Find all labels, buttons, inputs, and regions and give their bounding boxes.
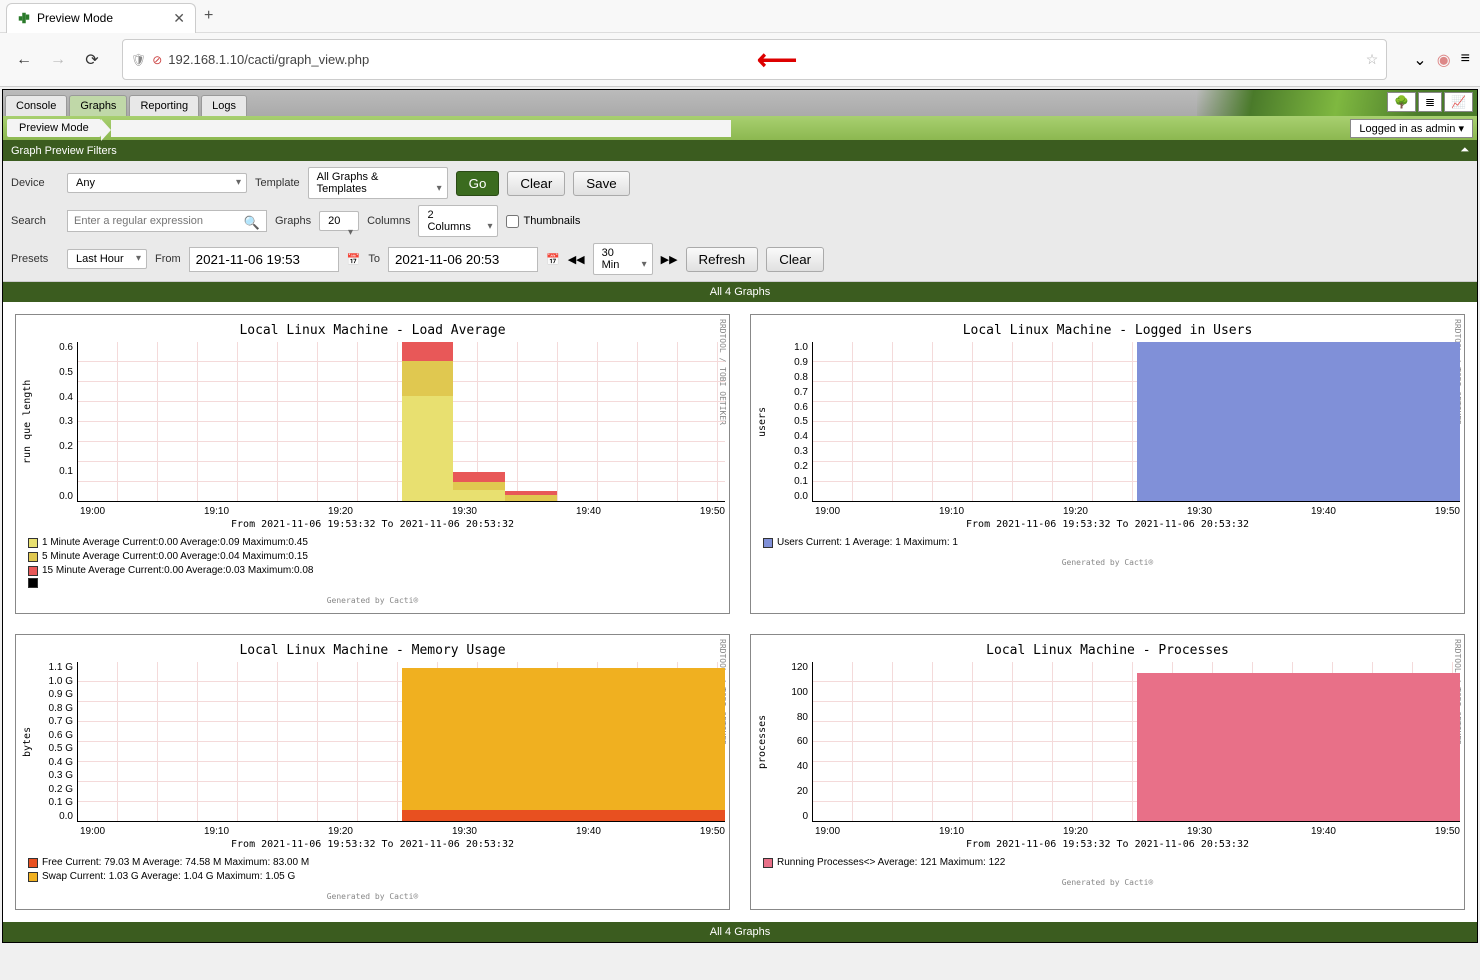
to-label: To xyxy=(368,253,380,265)
to-input[interactable] xyxy=(388,247,538,272)
refresh-button[interactable]: Refresh xyxy=(686,247,759,272)
presets-select[interactable]: Last Hour xyxy=(67,249,147,269)
thumbnails-label: Thumbnails xyxy=(523,215,580,227)
browser-tab-title: Preview Mode xyxy=(37,11,167,25)
pocket-icon[interactable]: ⌄ xyxy=(1413,50,1426,70)
graph-logged-in-users[interactable]: RRDTOOL / TOBI OETIKER Local Linux Machi… xyxy=(750,314,1465,614)
graph-title: Local Linux Machine - Memory Usage xyxy=(20,639,725,662)
search-input[interactable] xyxy=(74,215,244,227)
tab-close-icon[interactable]: ✕ xyxy=(173,10,185,27)
address-bar[interactable]: 🛡 ⊘ 192.168.1.10/cacti/graph_view.php ⟵ … xyxy=(122,39,1387,80)
tree-view-icon[interactable]: 🌳 xyxy=(1387,92,1416,112)
breadcrumb[interactable]: Preview Mode xyxy=(7,119,101,137)
search-label: Search xyxy=(11,215,59,227)
device-label: Device xyxy=(11,177,59,189)
graph-title: Local Linux Machine - Logged in Users xyxy=(755,319,1460,342)
plot-area xyxy=(812,662,1460,822)
graph-title: Local Linux Machine - Load Average xyxy=(20,319,725,342)
to-calendar-icon[interactable]: 📅 xyxy=(546,253,560,266)
new-tab-button[interactable]: + xyxy=(204,7,213,25)
clear-time-button[interactable]: Clear xyxy=(766,247,824,272)
hamburger-menu-icon[interactable]: ≡ xyxy=(1461,50,1470,70)
graphs-label: Graphs xyxy=(275,215,311,227)
tab-reporting[interactable]: Reporting xyxy=(129,95,199,116)
list-view-icon[interactable]: ≣ xyxy=(1418,92,1442,112)
template-select[interactable]: All Graphs & Templates xyxy=(308,167,448,199)
from-calendar-icon[interactable]: 📅 xyxy=(347,253,361,266)
plot-area xyxy=(812,342,1460,502)
login-status[interactable]: Logged in as admin ▾ xyxy=(1350,119,1473,138)
shift-left-icon[interactable]: ◀◀ xyxy=(568,253,585,266)
graph-load-average[interactable]: RRDTOOL / TOBI OETIKER Local Linux Machi… xyxy=(15,314,730,614)
section-bar-bottom: All 4 Graphs xyxy=(3,922,1477,942)
thumbnails-checkbox[interactable] xyxy=(506,215,519,228)
cacti-favicon-icon xyxy=(17,11,31,25)
presets-label: Presets xyxy=(11,253,59,265)
tab-console[interactable]: Console xyxy=(5,95,67,116)
y-axis: 0.60.50.40.30.20.10.0 xyxy=(35,342,77,502)
shield-icon: 🛡 xyxy=(131,53,146,67)
tab-logs[interactable]: Logs xyxy=(201,95,247,116)
forward-button[interactable]: → xyxy=(44,46,72,74)
search-input-wrap: 🔍 xyxy=(67,210,267,232)
filter-title: Graph Preview Filters xyxy=(11,145,117,157)
device-select[interactable]: Any xyxy=(67,173,247,193)
plot-area xyxy=(77,662,725,822)
preview-view-icon[interactable]: 📈 xyxy=(1444,92,1473,112)
chevron-down-icon: ▾ xyxy=(1458,123,1464,135)
bookmark-star-icon[interactable]: ☆ xyxy=(1366,51,1379,68)
url-text: 192.168.1.10/cacti/graph_view.php xyxy=(168,52,737,67)
insecure-icon: ⊘ xyxy=(152,53,162,67)
template-label: Template xyxy=(255,177,300,189)
shift-right-icon[interactable]: ▶▶ xyxy=(661,253,678,266)
annotation-arrow-icon: ⟵ xyxy=(757,43,797,76)
reload-button[interactable]: ⟳ xyxy=(78,46,106,74)
tab-graphs[interactable]: Graphs xyxy=(69,95,127,116)
plot-area xyxy=(77,342,725,502)
from-label: From xyxy=(155,253,181,265)
graph-title: Local Linux Machine - Processes xyxy=(755,639,1460,662)
interval-select[interactable]: 30 Min xyxy=(593,243,653,275)
save-button[interactable]: Save xyxy=(573,171,629,196)
graphs-count-select[interactable]: 20 xyxy=(319,211,359,231)
graph-memory-usage[interactable]: RRDTOOL / TOBI OETIKER Local Linux Machi… xyxy=(15,634,730,910)
columns-select[interactable]: 2 Columns xyxy=(418,205,498,237)
from-input[interactable] xyxy=(189,247,339,272)
collapse-filter-icon[interactable]: ⏶ xyxy=(1460,144,1469,157)
clear-button[interactable]: Clear xyxy=(507,171,565,196)
browser-tab[interactable]: Preview Mode ✕ xyxy=(6,3,196,33)
back-button[interactable]: ← xyxy=(10,46,38,74)
go-button[interactable]: Go xyxy=(456,171,500,196)
section-bar-top: All 4 Graphs xyxy=(3,282,1477,302)
search-icon[interactable]: 🔍 xyxy=(244,215,260,231)
graph-processes[interactable]: RRDTOOL / TOBI OETIKER Local Linux Machi… xyxy=(750,634,1465,910)
columns-label: Columns xyxy=(367,215,410,227)
profile-icon[interactable]: ◉ xyxy=(1437,50,1451,70)
